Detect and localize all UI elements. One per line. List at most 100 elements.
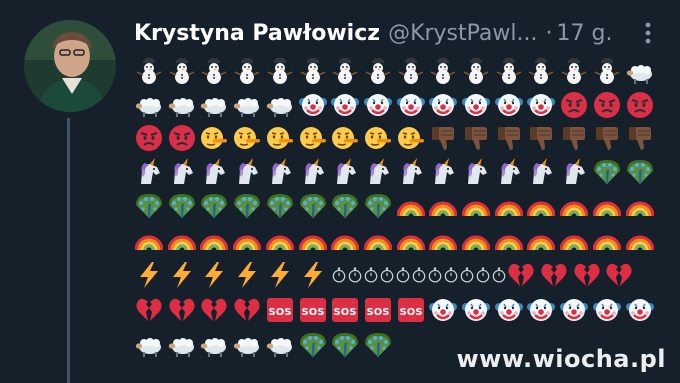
clown-icon — [429, 296, 458, 324]
unicorn-icon — [299, 158, 327, 186]
sheep-icon — [233, 331, 261, 359]
broken-heart-icon — [135, 296, 163, 324]
svg-text:SOS: SOS — [301, 307, 324, 318]
peacock-icon — [364, 331, 392, 359]
snowman-icon — [527, 58, 555, 86]
avatar[interactable] — [24, 20, 116, 112]
rainbow-icon — [560, 192, 589, 220]
snowman-icon — [560, 58, 588, 86]
stopwatch-icon — [459, 267, 475, 283]
lying-icon — [397, 124, 425, 152]
unicorn-icon — [462, 158, 490, 186]
unicorn-icon — [364, 158, 392, 186]
unicorn-icon — [233, 158, 261, 186]
peacock-icon — [626, 158, 654, 186]
snowman-icon — [495, 58, 523, 86]
sos-icon: SOS — [331, 296, 359, 324]
thumbs-down-icon — [527, 124, 555, 152]
tweet-emoji-text: SOS SOS SOS SOS SOS — [135, 0, 665, 383]
peacock-icon — [331, 192, 359, 220]
unicorn-icon — [266, 158, 294, 186]
lightning-icon — [135, 261, 163, 289]
rainbow-icon — [331, 226, 360, 254]
clown-icon — [560, 296, 589, 324]
sos-icon: SOS — [364, 296, 392, 324]
clown-icon — [625, 296, 654, 324]
svg-text:SOS: SOS — [334, 307, 357, 318]
sos-icon: SOS — [299, 296, 327, 324]
snowman-icon — [593, 58, 621, 86]
rainbow-icon — [200, 226, 229, 254]
snowman-icon — [462, 58, 490, 86]
broken-heart-icon — [540, 261, 568, 289]
rainbow-icon — [233, 226, 262, 254]
snowman-icon — [168, 58, 196, 86]
sheep-icon — [266, 91, 294, 119]
lightning-icon — [266, 261, 294, 289]
peacock-icon — [200, 192, 228, 220]
broken-heart-icon — [507, 261, 535, 289]
rainbow-icon — [462, 226, 490, 254]
unicorn-icon — [527, 158, 555, 186]
peacock-icon — [233, 192, 261, 220]
stopwatch-icon — [347, 267, 363, 283]
clown-icon — [363, 91, 392, 119]
unicorn-icon — [135, 158, 163, 186]
rainbow-icon — [429, 226, 458, 254]
rainbow-icon — [396, 226, 425, 254]
stopwatch-icon — [443, 267, 459, 283]
unicorn-icon — [331, 158, 359, 186]
avatar-photo — [24, 20, 116, 112]
thumbs-down-icon — [429, 124, 457, 152]
lying-icon — [331, 124, 359, 152]
stopwatch-icon — [363, 267, 379, 283]
rainbow-icon — [135, 226, 163, 254]
stopwatch-icon — [379, 267, 395, 283]
peacock-icon — [299, 192, 327, 220]
rainbow-icon — [592, 226, 621, 254]
snowman-icon — [233, 58, 261, 86]
unicorn-icon — [397, 158, 425, 186]
sheep-icon — [168, 91, 196, 119]
sheep-icon — [626, 58, 654, 86]
peacock-icon — [266, 192, 294, 220]
sheep-icon — [200, 331, 228, 359]
unicorn-icon — [200, 158, 228, 186]
peacock-icon — [299, 331, 327, 359]
sheep-icon — [233, 91, 261, 119]
angry-icon — [135, 124, 163, 152]
rainbow-icon — [625, 226, 654, 254]
peacock-icon — [593, 158, 621, 186]
svg-text:SOS: SOS — [366, 307, 389, 318]
sheep-icon — [266, 331, 294, 359]
clown-icon — [429, 91, 458, 119]
lying-icon — [299, 124, 327, 152]
lying-icon — [266, 124, 294, 152]
broken-heart-icon — [200, 296, 228, 324]
thread-line — [67, 118, 70, 383]
sheep-icon — [135, 331, 163, 359]
snowman-icon — [200, 58, 228, 86]
rainbow-icon — [429, 192, 458, 220]
peacock-icon — [364, 192, 392, 220]
angry-icon — [593, 91, 621, 119]
svg-text:SOS: SOS — [268, 307, 291, 318]
snowman-icon — [397, 58, 425, 86]
lightning-icon — [200, 261, 228, 289]
rainbow-icon — [462, 192, 490, 220]
rainbow-icon — [396, 192, 425, 220]
stopwatch-icon — [475, 267, 491, 283]
clown-icon — [527, 91, 556, 119]
angry-icon — [626, 91, 654, 119]
tweet[interactable]: Krystyna Pawłowicz @KrystPawl... · 17 g.… — [0, 0, 680, 383]
clown-icon — [494, 91, 523, 119]
lightning-icon — [168, 261, 196, 289]
clown-icon — [592, 296, 621, 324]
rainbow-icon — [560, 226, 589, 254]
unicorn-icon — [495, 158, 523, 186]
stopwatch-icon — [427, 267, 443, 283]
lying-icon — [364, 124, 392, 152]
snowman-icon — [299, 58, 327, 86]
clown-icon — [462, 296, 490, 324]
peacock-icon — [168, 192, 196, 220]
